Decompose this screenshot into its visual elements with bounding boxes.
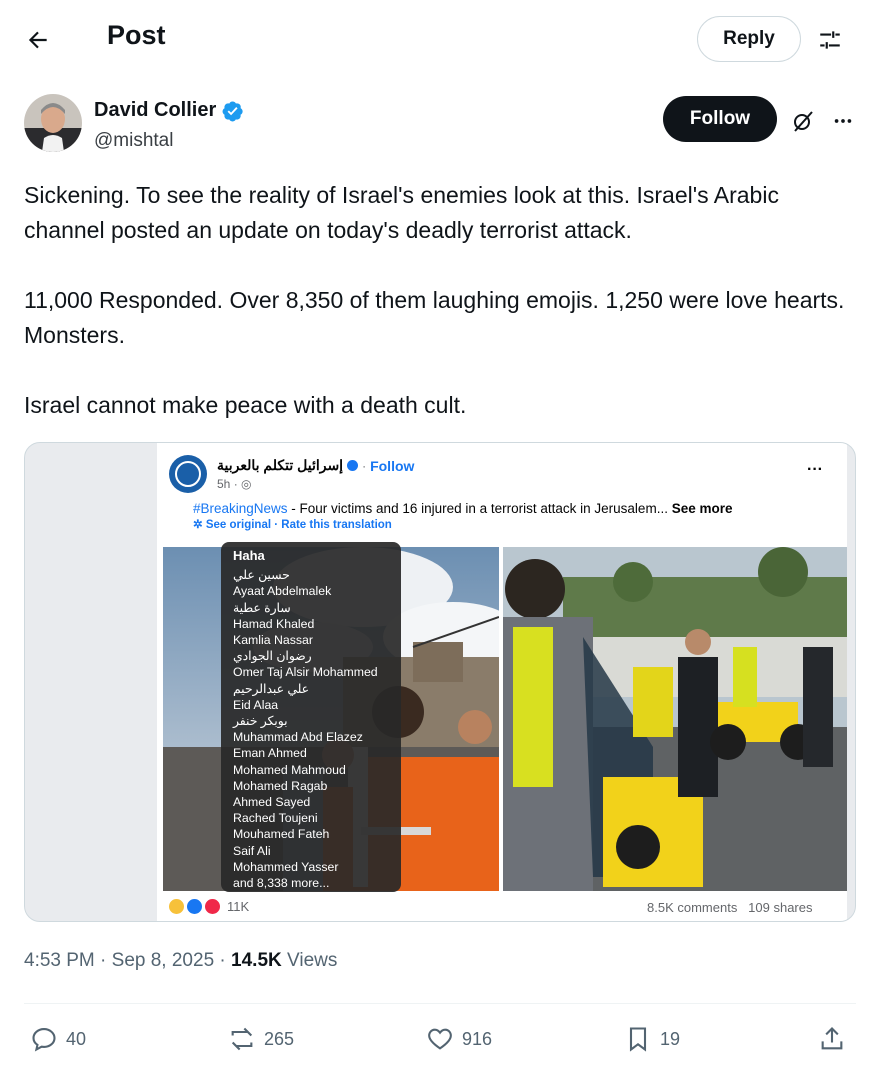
reactor-name: Ahmed Sayed [233, 795, 311, 810]
divider [24, 1003, 856, 1004]
follow-button[interactable]: Follow [663, 96, 777, 142]
views-label: Views [287, 950, 338, 971]
fb-more-icon: ··· [807, 461, 823, 478]
fb-comments-count: 8.5K comments [647, 900, 738, 915]
bookmark-action[interactable]: 19 [624, 1023, 680, 1055]
reactor-name: Hamad Khaled [233, 616, 315, 631]
reply-action[interactable]: 40 [30, 1023, 86, 1055]
repost-action[interactable]: 265 [228, 1023, 294, 1055]
facebook-post-screenshot: إسرائيل تتكلم بالعربية · Follow 5h · ◎ ·… [157, 443, 847, 921]
page-title: Post [107, 20, 166, 50]
fb-page-header: إسرائيل تتكلم بالعربية · Follow [217, 457, 415, 474]
repost-count: 265 [264, 1028, 295, 1049]
fb-time-text: 5h [217, 477, 231, 491]
reactor-more: and 8,338 more... [233, 876, 330, 891]
reactor-name: رضوان الجوادي [233, 649, 312, 664]
reactor-name: حسين علي [233, 568, 290, 583]
share-action[interactable] [818, 1023, 846, 1055]
reactor-name: Mohammed Yasser [233, 859, 339, 874]
author-handle[interactable]: @mishtal [94, 130, 173, 152]
verified-badge-icon [222, 100, 244, 122]
reactor-name: Eman Ahmed [233, 746, 307, 761]
reactor-name: Mohamed Mahmoud [233, 762, 346, 777]
fb-translation-row: ✲ See original · Rate this translation [193, 519, 392, 531]
reactor-name: Omer Taj Alsir Mohammed [233, 665, 378, 680]
reactor-name: Mohamed Ragab [233, 778, 328, 793]
reactions-count: 11K [227, 899, 250, 914]
fb-follow-link: Follow [370, 457, 415, 474]
reply-icon [30, 1025, 58, 1053]
bookmark-icon [624, 1025, 652, 1053]
author-name-row[interactable]: David Collier [94, 99, 244, 122]
fb-hashtag: #BreakingNews [193, 501, 288, 516]
post-time[interactable]: 4:53 PM [24, 950, 95, 971]
reply-button[interactable]: Reply [697, 16, 801, 62]
like-action[interactable]: 916 [426, 1023, 492, 1055]
tooltip-title: Haha [233, 548, 265, 563]
tweet-paragraph: 11,000 Responded. Over 8,350 of them lau… [24, 287, 845, 348]
reactor-name: علي عبدالرحيم [233, 681, 310, 696]
reactor-name: Muhammad Abd Elazez [233, 730, 363, 745]
fb-post-text: #BreakingNews - Four victims and 16 inju… [193, 501, 733, 516]
haha-reaction-icon [169, 899, 184, 914]
reactor-name: Rached Toujeni [233, 811, 318, 826]
fb-see-more: See more [671, 501, 733, 516]
fb-post-time: 5h · ◎ [217, 477, 252, 491]
filter-sliders-icon[interactable] [814, 24, 846, 56]
more-options-icon[interactable] [828, 106, 858, 136]
post-timestamp: 4:53 PM · Sep 8, 2025 · 14.5K Views [24, 950, 338, 971]
reactions-summary: 11K [169, 899, 249, 914]
fb-post-body: - Four victims and 16 injured in a terro… [287, 501, 668, 516]
repost-icon [228, 1025, 256, 1053]
reactor-name: Eid Alaa [233, 697, 279, 712]
reactor-name: Mouhamed Fateh [233, 827, 330, 842]
fb-page-name: إسرائيل تتكلم بالعربية [217, 457, 344, 473]
fb-rate-translation: Rate this translation [281, 519, 392, 531]
page-logo-icon [169, 455, 207, 493]
heart-icon [426, 1025, 454, 1053]
post-date[interactable]: Sep 8, 2025 [112, 950, 214, 971]
author-name[interactable]: David Collier [94, 99, 216, 122]
embedded-image[interactable]: إسرائيل تتكلم بالعربية · Follow 5h · ◎ ·… [24, 442, 856, 922]
tweet-text: Sickening. To see the reality of Israel'… [24, 178, 864, 423]
reactor-name: Saif Ali [233, 843, 271, 858]
love-reaction-icon [205, 899, 220, 914]
fb-shares-count: 109 shares [748, 900, 813, 915]
reaction-tooltip: Haha حسين علي Ayaat Abdelmalek سارة عطية… [221, 542, 401, 892]
back-arrow-icon[interactable] [22, 24, 54, 56]
reply-count: 40 [66, 1028, 87, 1049]
tweet-paragraph: Sickening. To see the reality of Israel'… [24, 182, 779, 243]
like-count: 916 [462, 1028, 493, 1049]
share-icon [818, 1025, 846, 1053]
fb-see-original: See original [205, 519, 272, 531]
reactor-name: Kamlia Nassar [233, 633, 313, 648]
grok-icon[interactable] [788, 106, 818, 136]
gear-icon: ✲ [193, 519, 203, 531]
tweet-paragraph: Israel cannot make peace with a death cu… [24, 392, 467, 418]
globe-icon: ◎ [241, 477, 252, 491]
bookmark-count: 19 [660, 1028, 681, 1049]
avatar[interactable] [24, 94, 82, 152]
like-reaction-icon [187, 899, 202, 914]
photo-right [503, 547, 847, 891]
fb-verified-icon [347, 460, 359, 471]
fb-stats: 8.5K comments 109 shares [647, 900, 813, 915]
reactor-name: بوبكر خنفر [233, 714, 288, 729]
reactor-name: Ayaat Abdelmalek [233, 584, 332, 599]
views-count: 14.5K [231, 950, 282, 971]
reactor-name: سارة عطية [233, 600, 291, 615]
